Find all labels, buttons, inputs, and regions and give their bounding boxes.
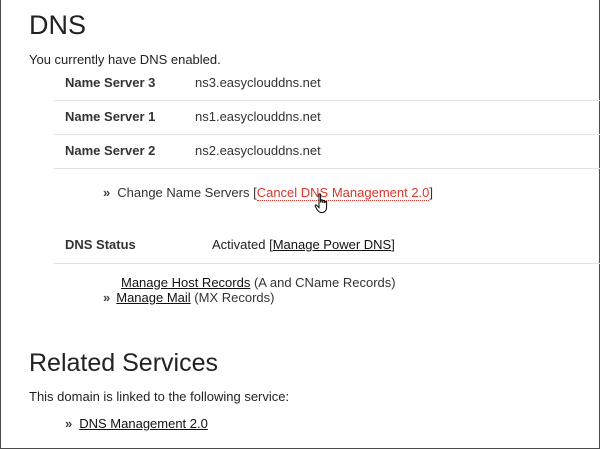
name-server-value: ns2.easyclouddns.net bbox=[195, 143, 321, 158]
manage-mail-link[interactable]: Manage Mail bbox=[116, 290, 190, 305]
host-records-note: (A and CName Records) bbox=[253, 275, 396, 290]
dns-title: DNS bbox=[29, 10, 87, 40]
bullet-icon: » bbox=[103, 290, 110, 305]
dns-status-label: DNS Status bbox=[65, 237, 136, 252]
name-server-label: Name Server 3 bbox=[65, 75, 156, 90]
bullet-icon: » bbox=[103, 185, 110, 200]
related-services-intro: This domain is linked to the following s… bbox=[29, 389, 290, 404]
manage-mail-line: » Manage Mail (MX Records) bbox=[103, 290, 274, 305]
name-server-row: Name Server 2 ns2.easyclouddns.net bbox=[54, 134, 600, 169]
name-server-label: Name Server 1 bbox=[65, 109, 156, 124]
name-server-label: Name Server 2 bbox=[65, 143, 156, 158]
manage-power-dns-link[interactable]: Manage Power DNS bbox=[273, 237, 392, 252]
cancel-dns-management-link[interactable]: Cancel DNS Management 2.0 bbox=[256, 185, 430, 201]
related-service-item: » DNS Management 2.0 bbox=[65, 416, 208, 431]
bullet-icon: » bbox=[65, 416, 72, 431]
host-records-line: Manage Host Records (A and CName Records… bbox=[121, 275, 396, 290]
name-server-value: ns1.easyclouddns.net bbox=[195, 109, 321, 124]
related-services-title: Related Services bbox=[29, 349, 218, 377]
dns-status-row: DNS Status Activated [Manage Power DNS] bbox=[54, 227, 600, 264]
name-server-value: ns3.easyclouddns.net bbox=[195, 75, 321, 90]
hand-pointer-icon bbox=[314, 193, 328, 213]
dns-status-value: Activated bbox=[212, 237, 266, 252]
dns-status-value-line: Activated [Manage Power DNS] bbox=[212, 237, 395, 252]
dns-status-text: You currently have DNS enabled. bbox=[29, 52, 221, 67]
mail-note: (MX Records) bbox=[194, 290, 275, 305]
manage-host-records-link[interactable]: Manage Host Records bbox=[121, 275, 250, 290]
dns-management-service-link[interactable]: DNS Management 2.0 bbox=[79, 416, 208, 431]
change-name-servers-label: Change Name Servers bbox=[117, 185, 250, 200]
change-name-servers-line: » Change Name Servers [Cancel DNS Managem… bbox=[103, 185, 434, 201]
name-server-row: Name Server 1 ns1.easyclouddns.net bbox=[54, 100, 600, 135]
name-server-row: Name Server 3 ns3.easyclouddns.net bbox=[54, 66, 600, 101]
